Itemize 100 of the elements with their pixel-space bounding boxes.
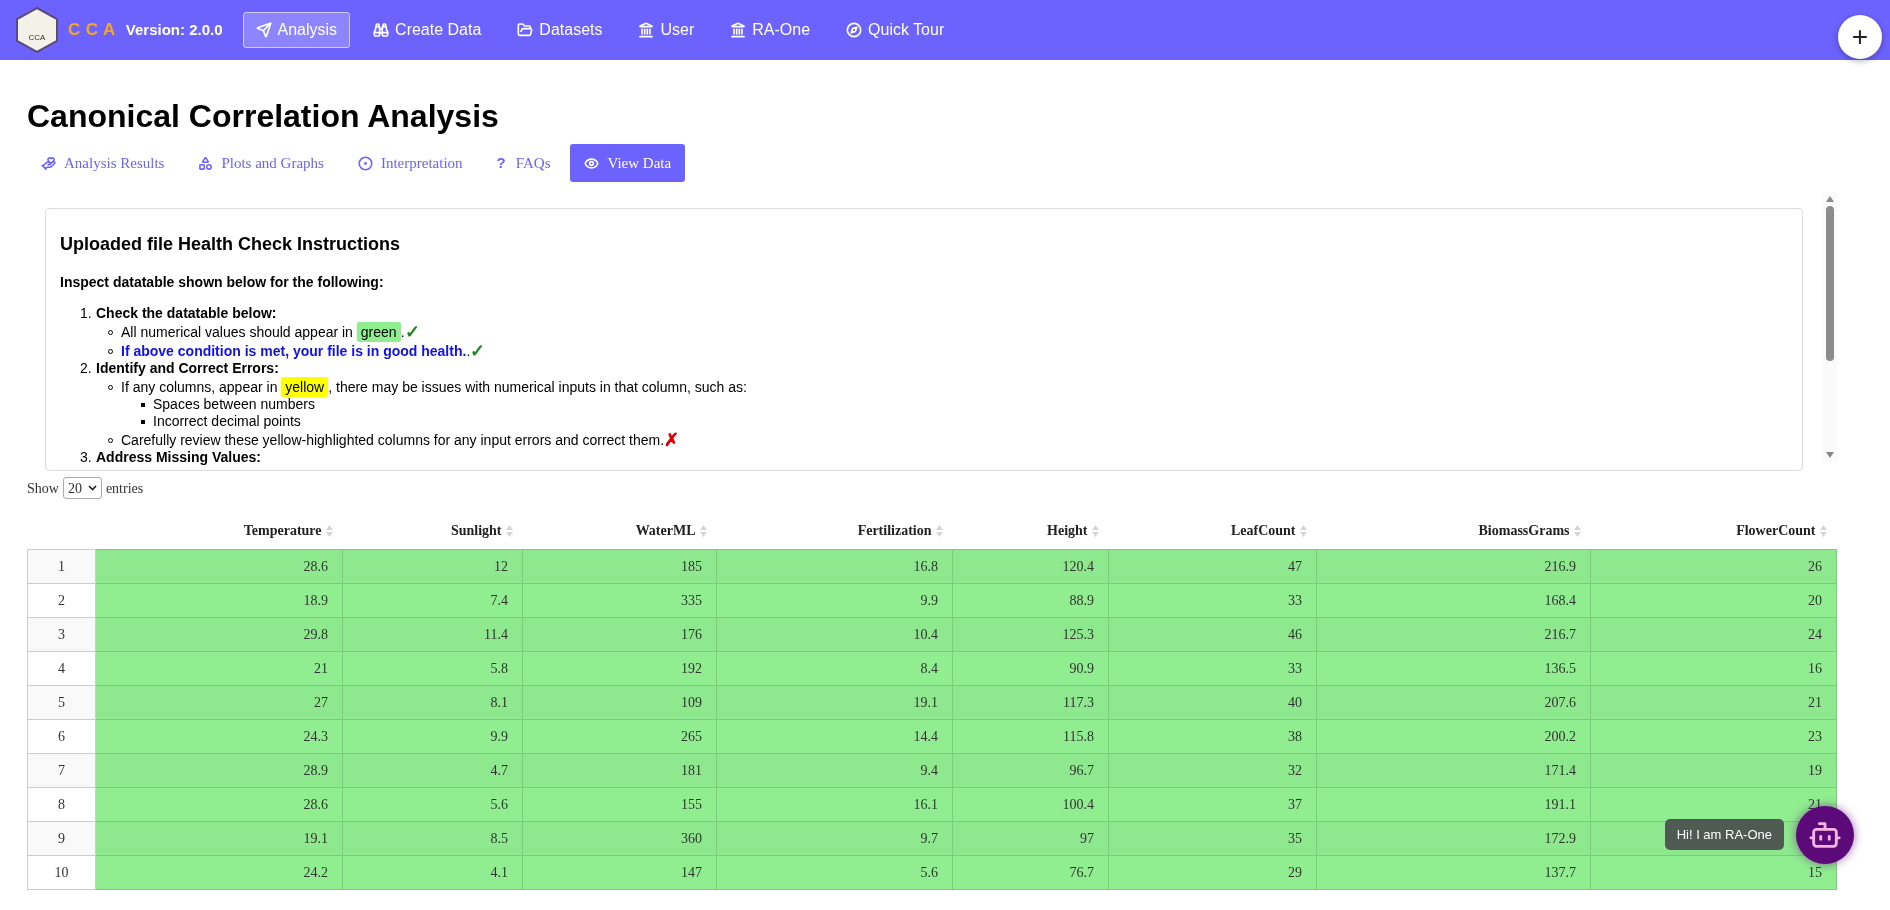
- row-index: 6: [27, 719, 96, 753]
- page-title: Canonical Correlation Analysis: [27, 97, 500, 136]
- entries-label: entries: [105, 479, 144, 498]
- bullet-icon: [141, 402, 145, 407]
- table-cell: 176: [522, 617, 717, 651]
- sort-icon: [1819, 524, 1827, 537]
- sort-icon: [505, 524, 513, 537]
- table-cell: 192: [522, 651, 717, 685]
- nav-item[interactable]: Quick Tour: [833, 12, 958, 48]
- scroll-up-icon[interactable]: [1826, 196, 1834, 202]
- row-index: 4: [27, 651, 96, 685]
- instruction-text: Incorrect decimal points: [153, 413, 301, 430]
- table-cell: 21: [1590, 685, 1837, 719]
- bullet-icon: [141, 419, 145, 424]
- table-cell: 16.8: [716, 549, 953, 583]
- column-header[interactable]: Height: [952, 513, 1109, 549]
- table-cell: 155: [522, 787, 717, 821]
- circle-icon: [357, 155, 373, 171]
- table-cell: 335: [522, 583, 717, 617]
- nav-item[interactable]: RA-One: [717, 12, 824, 48]
- sort-icon: [1091, 524, 1099, 537]
- scrollbar[interactable]: [1823, 192, 1837, 462]
- column-header[interactable]: BiomassGrams: [1316, 513, 1591, 549]
- column-header[interactable]: Temperature: [95, 513, 343, 549]
- table-cell: 16.1: [716, 787, 953, 821]
- table-cell: 265: [522, 719, 717, 753]
- tab[interactable]: Interpretation: [343, 144, 477, 182]
- check-icon: ✓: [404, 324, 420, 341]
- check-icon: ✓: [470, 343, 486, 360]
- table-cell: 181: [522, 753, 717, 787]
- tab[interactable]: Plots and Graphs: [184, 144, 338, 182]
- table-cell: 216.9: [1316, 549, 1591, 583]
- table-cell: 9.9: [342, 719, 523, 753]
- table-cell: 120.4: [952, 549, 1109, 583]
- column-header[interactable]: LeafCount: [1108, 513, 1317, 549]
- tab[interactable]: Analysis Results: [27, 144, 179, 182]
- table-cell: 5.8: [342, 651, 523, 685]
- table-cell: 4.7: [342, 753, 523, 787]
- table-cell: 8.5: [342, 821, 523, 855]
- shapes-icon: [198, 155, 214, 171]
- building-icon: [638, 22, 655, 38]
- sort-icon: [1573, 524, 1581, 537]
- table-cell: 16: [1590, 651, 1837, 685]
- nav-item[interactable]: Create Data: [360, 12, 495, 48]
- building-icon: [730, 22, 747, 38]
- scrollbar-thumb[interactable]: [1826, 206, 1834, 361]
- table-cell: 5.6: [716, 855, 953, 889]
- table-cell: 100.4: [952, 787, 1109, 821]
- table-cell: 8.4: [716, 651, 953, 685]
- table-cell: 76.7: [952, 855, 1109, 889]
- scroll-down-icon[interactable]: [1826, 452, 1834, 458]
- hands-icon: [41, 155, 56, 171]
- table-cell: 207.6: [1316, 685, 1591, 719]
- row-index: 8: [27, 787, 96, 821]
- step-heading: Check the datatable below:: [96, 305, 277, 321]
- column-header[interactable]: Fertilization: [716, 513, 953, 549]
- table-cell: 136.5: [1316, 651, 1591, 685]
- table-cell: 40: [1108, 685, 1317, 719]
- nav-item[interactable]: User: [625, 12, 708, 48]
- table-cell: 37: [1108, 787, 1317, 821]
- table-cell: 200.2: [1316, 719, 1591, 753]
- table-cell: 125.3: [952, 617, 1109, 651]
- table-cell: 28.9: [95, 753, 343, 787]
- row-index: 1: [27, 549, 96, 583]
- table-cell: 47: [1108, 549, 1317, 583]
- version-label: Version: 2.0.0: [125, 19, 223, 40]
- instructions-lead: Inspect datatable shown below for the following:: [60, 273, 385, 292]
- instruction-text: If above condition is met, your file is in good health..: [121, 343, 471, 360]
- nav-item[interactable]: Datasets: [504, 12, 616, 48]
- table-cell: 24: [1590, 617, 1837, 651]
- cross-icon: ✗: [664, 432, 680, 449]
- entries-select[interactable]: 20: [62, 477, 102, 499]
- table-cell: 109: [522, 685, 717, 719]
- table-cell: 360: [522, 821, 717, 855]
- nav-item[interactable]: Analysis: [242, 12, 351, 48]
- table-cell: 216.7: [1316, 617, 1591, 651]
- table-cell: 12: [342, 549, 523, 583]
- column-header[interactable]: Sunlight: [342, 513, 523, 549]
- step-number: 2.: [80, 360, 93, 378]
- instruction-text: If any columns, appear in yellow , there may be issues with numerical inputs in that column, such as:: [121, 379, 747, 396]
- row-index: 7: [27, 753, 96, 787]
- paper-plane-icon: [255, 22, 272, 38]
- column-header[interactable]: WaterML: [522, 513, 717, 549]
- table-cell: 15: [1590, 855, 1837, 889]
- tab[interactable]: View Data: [570, 144, 686, 182]
- table-cell: 172.9: [1316, 821, 1591, 855]
- folder-icon: [517, 22, 534, 38]
- row-index: 2: [27, 583, 96, 617]
- tab[interactable]: ? FAQs: [482, 144, 565, 182]
- binoculars-icon: [373, 22, 390, 38]
- table-cell: 185: [522, 549, 717, 583]
- table-cell: 21: [95, 651, 343, 685]
- table-cell: 90.9: [952, 651, 1109, 685]
- table-cell: 29: [1108, 855, 1317, 889]
- row-index: 5: [27, 685, 96, 719]
- column-header[interactable]: FlowerCount: [1590, 513, 1837, 549]
- table-cell: 9.9: [716, 583, 953, 617]
- table-cell: 35: [1108, 821, 1317, 855]
- chat-greeting: Hi! I am RA-One: [1664, 818, 1784, 850]
- sort-icon: [1299, 524, 1307, 537]
